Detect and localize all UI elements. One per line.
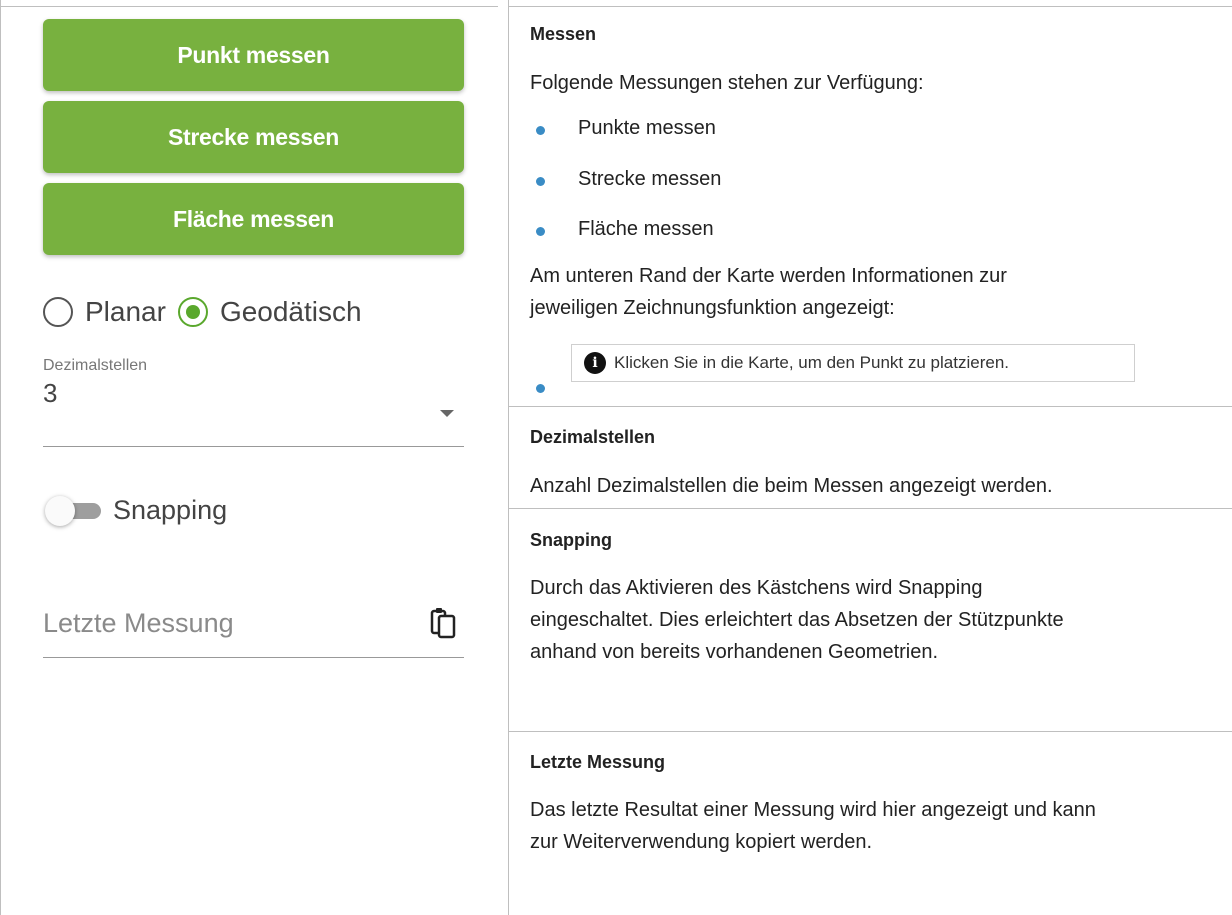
snapping-line2: eingeschaltet. Dies erleichtert das Abse… — [530, 609, 1064, 631]
planar-radio[interactable] — [43, 297, 73, 327]
list-item: Fläche messen — [578, 218, 714, 240]
bullet — [536, 177, 545, 186]
messen-intro: Folgende Messungen stehen zur Verfügung: — [530, 72, 924, 94]
geodetic-radio[interactable] — [177, 297, 208, 327]
section-title-dezimalstellen: Dezimalstellen — [530, 427, 656, 447]
list-item: Punkte messen — [578, 117, 716, 139]
bullet — [536, 126, 545, 135]
last-measurement-placeholder: Letzte Messung — [43, 608, 234, 638]
divider — [509, 508, 1232, 509]
divider — [509, 406, 1232, 407]
info-message-box: i Klicken Sie in die Karte, um den Punkt… — [571, 344, 1135, 382]
measure-point-button[interactable]: Punkt messen — [43, 19, 464, 91]
measure-area-button[interactable]: Fläche messen — [43, 183, 464, 255]
messen-info-line1: Am unteren Rand der Karte werden Informa… — [530, 265, 1007, 287]
dezimal-text: Anzahl Dezimalstellen die beim Messen an… — [530, 475, 1053, 497]
section-title-messen: Messen — [530, 24, 597, 44]
snapping-toggle[interactable] — [43, 495, 103, 527]
decimals-label: Dezimalstellen — [43, 357, 148, 374]
measure-panel: Punkt messen Strecke messen Fläche messe… — [0, 0, 509, 915]
last-measurement-field[interactable]: Letzte Messung — [43, 600, 464, 658]
section-title-snapping: Snapping — [530, 530, 612, 550]
letzte-line2: zur Weiterverwendung kopiert werden. — [530, 831, 873, 853]
help-panel: Messen Folgende Messungen stehen zur Ver… — [509, 0, 1232, 915]
bullet — [536, 227, 545, 236]
copy-icon[interactable] — [430, 606, 458, 640]
bullet — [536, 384, 545, 393]
info-message-text: Klicken Sie in die Karte, um den Punkt z… — [614, 353, 1009, 372]
divider — [1, 6, 498, 7]
info-icon: i — [584, 352, 606, 374]
geodetic-label: Geodätisch — [219, 296, 362, 327]
letzte-line1: Das letzte Resultat einer Messung wird h… — [530, 799, 1096, 821]
divider — [509, 731, 1232, 732]
divider — [509, 6, 1232, 7]
list-item: Strecke messen — [578, 168, 722, 190]
messen-info-line2: jeweiligen Zeichnungsfunktion angezeigt: — [530, 297, 895, 319]
decimals-value: 3 — [43, 378, 58, 408]
snapping-line3: anhand von bereits vorhandenen Geometrie… — [530, 641, 939, 663]
snapping-label: Snapping — [113, 495, 228, 525]
dropdown-arrow-icon — [440, 410, 454, 417]
decimals-select[interactable]: 3 — [43, 375, 464, 447]
snapping-line1: Durch das Aktivieren des Kästchens wird … — [530, 577, 983, 599]
measure-line-button[interactable]: Strecke messen — [43, 101, 464, 173]
projection-radio-group: Planar Geodätisch — [43, 296, 374, 328]
section-title-letzte-messung: Letzte Messung — [530, 752, 666, 772]
radio-selected-dot — [185, 305, 200, 319]
planar-label: Planar — [85, 296, 166, 327]
toggle-knob — [45, 496, 75, 526]
